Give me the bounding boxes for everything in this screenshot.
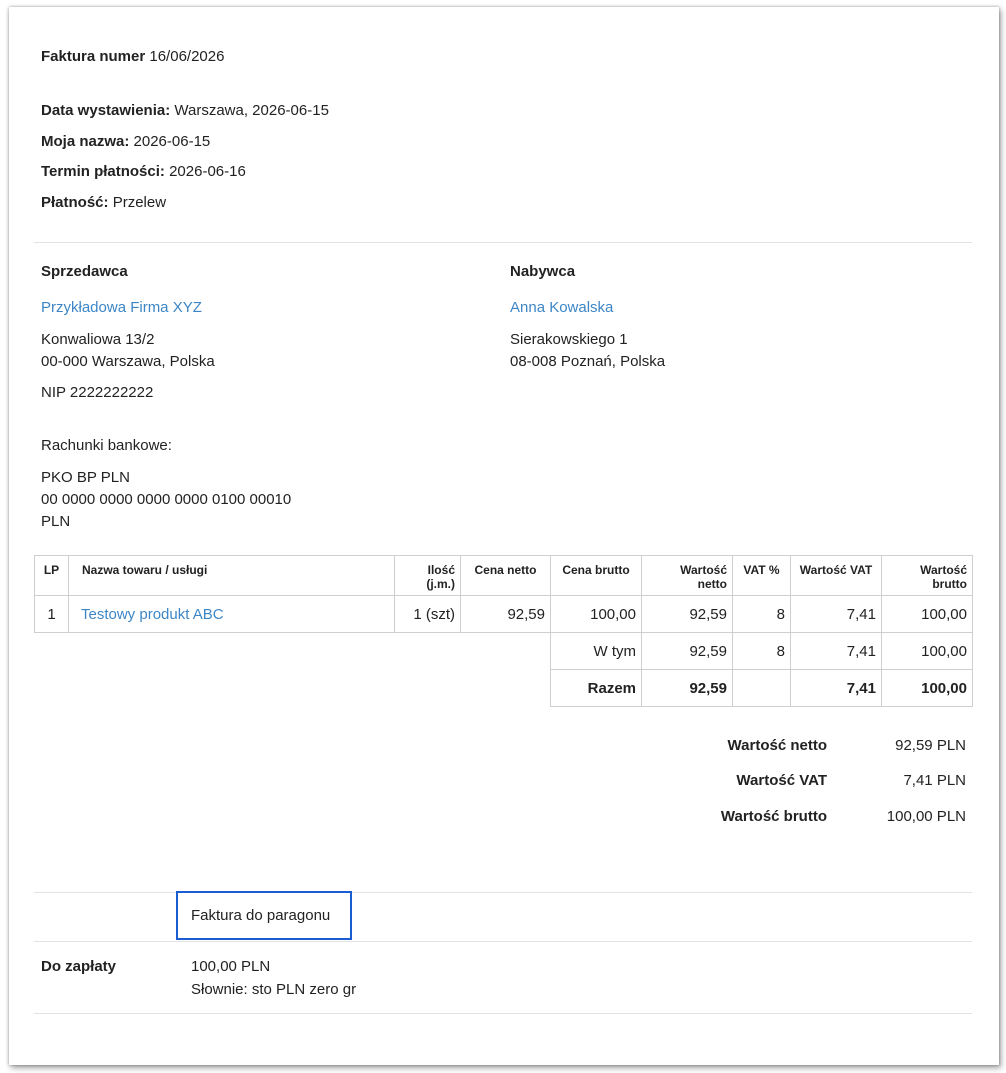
cell-vat-pct: 8	[732, 595, 791, 633]
bank-currency: PLN	[41, 513, 71, 530]
table-row: 1 Testowy produkt ABC 1 (szt) 92,59 100,…	[34, 595, 973, 633]
summary-vat-value: 7,41 PLN	[903, 772, 966, 789]
subtotal-label: W tym	[550, 632, 642, 670]
divider	[34, 242, 972, 243]
seller-street: Konwaliowa 13/2	[41, 331, 155, 348]
total-label: Razem	[550, 669, 642, 707]
items-table: LP Nazwa towaru / usługi Ilość (j.m.) Cen…	[34, 555, 973, 707]
buyer-heading: Nabywca	[510, 263, 576, 280]
cell-net-price: 92,59	[460, 595, 551, 633]
issue-date-field: Data wystawienia: Warszawa, 2026-06-15	[41, 102, 329, 119]
buyer-street: Sierakowskiego 1	[510, 331, 628, 348]
subtotal-net-value: 92,59	[641, 632, 733, 670]
bank-name: PKO BP PLN	[41, 469, 130, 486]
field-value: 2026-06-16	[169, 163, 246, 180]
cell-gross-value: 100,00	[881, 595, 973, 633]
seller-heading: Sprzedawca	[41, 263, 128, 280]
cell-name: Testowy produkt ABC	[68, 595, 395, 633]
total-vat-value: 7,41	[790, 669, 882, 707]
divider	[34, 892, 972, 893]
field-label: Moja nazwa:	[41, 133, 130, 150]
summary-vat-label: Wartość VAT	[736, 772, 827, 789]
field-value: Przelew	[112, 194, 167, 211]
seller-name-link[interactable]: Przykładowa Firma XYZ	[41, 299, 202, 316]
product-name-link[interactable]: Testowy produkt ABC	[74, 606, 224, 623]
summary-net-label: Wartość netto	[727, 737, 827, 754]
total-gross-value: 100,00	[881, 669, 973, 707]
amount-due-label: Do zapłaty	[41, 958, 117, 975]
cell-net-value: 92,59	[641, 595, 733, 633]
summary-net-value: 92,59 PLN	[895, 737, 966, 754]
col-header-lp: LP	[34, 555, 69, 596]
col-header-net-price: Cena netto	[460, 555, 551, 596]
invoice-title: Faktura numer 16/06/2026	[41, 48, 224, 65]
field-value: Warszawa, 2026-06-15	[174, 102, 329, 119]
summary-gross-label: Wartość brutto	[720, 808, 827, 825]
total-net-value: 92,59	[641, 669, 733, 707]
col-header-net-value: Wartość netto	[641, 555, 733, 596]
cell-vat-value: 7,41	[790, 595, 882, 633]
my-name-field: Moja nazwa: 2026-06-15	[41, 133, 210, 150]
cell-gross-price: 100,00	[550, 595, 642, 633]
subtotal-gross-value: 100,00	[881, 632, 973, 670]
table-header-row: LP Nazwa towaru / usługi Ilość (j.m.) Cen…	[34, 555, 973, 596]
seller-city: 00-000 Warszawa, Polska	[41, 353, 215, 370]
amount-in-words: Słownie: sto PLN zero gr	[191, 981, 357, 998]
subtotal-vat-value: 7,41	[790, 632, 882, 670]
due-date-field: Termin płatności: 2026-06-16	[41, 163, 246, 180]
field-label: Termin płatności:	[41, 163, 165, 180]
cell-qty: 1 (szt)	[394, 595, 461, 633]
col-header-gross-price: Cena brutto	[550, 555, 642, 596]
invoice-number: 16/06/2026	[149, 48, 225, 65]
cell-lp: 1	[34, 595, 69, 633]
highlight-box	[176, 891, 352, 940]
summary-gross-value: 100,00 PLN	[886, 808, 966, 825]
field-value: 2026-06-15	[133, 133, 211, 150]
col-header-vat-pct: VAT %	[732, 555, 791, 596]
field-label: Data wystawienia:	[41, 102, 171, 119]
divider	[34, 941, 972, 942]
invoice-number-label: Faktura numer	[41, 48, 146, 65]
subtotal-vat-pct: 8	[732, 632, 791, 670]
bank-accounts-heading: Rachunki bankowe:	[41, 437, 172, 454]
subtotal-row: W tym 92,59 8 7,41 100,00	[35, 632, 973, 670]
seller-nip: NIP 2222222222	[41, 384, 154, 401]
bank-account-number: 00 0000 0000 0000 0000 0100 00010	[41, 491, 292, 508]
col-header-name: Nazwa towaru / usługi	[68, 555, 395, 596]
payment-method-field: Płatność: Przelew	[41, 194, 166, 211]
buyer-city: 08-008 Poznań, Polska	[510, 353, 666, 370]
amount-due-value: 100,00 PLN	[191, 958, 271, 975]
col-header-gross-value: Wartość brutto	[881, 555, 973, 596]
col-header-qty: Ilość (j.m.)	[394, 555, 461, 596]
total-row: Razem 92,59 7,41 100,00	[35, 669, 973, 707]
col-header-vat-value: Wartość VAT	[790, 555, 882, 596]
divider	[34, 1013, 972, 1014]
field-label: Płatność:	[41, 194, 109, 211]
buyer-name-link[interactable]: Anna Kowalska	[510, 299, 613, 316]
